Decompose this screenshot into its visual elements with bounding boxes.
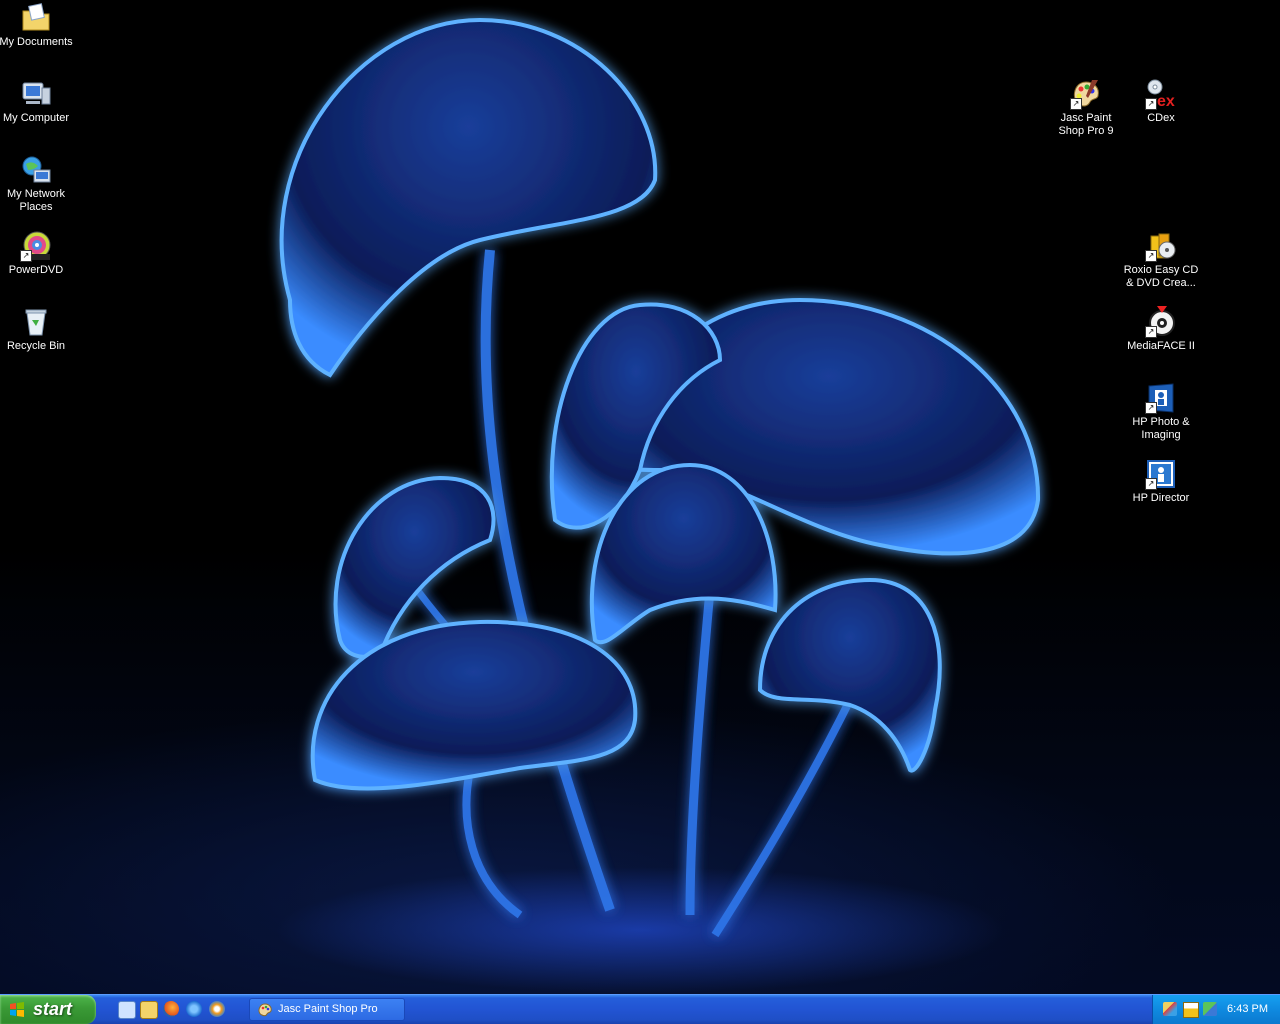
shortcut-arrow-icon: ↗ [20, 250, 32, 262]
shortcut-arrow-icon: ↗ [1145, 250, 1157, 262]
taskbar-button-jasc-paint-shop-pro[interactable]: Jasc Paint Shop Pro [249, 998, 405, 1021]
cd-ex-icon: ex ↗ [1145, 78, 1177, 110]
desktop-icon-label: CDex [1147, 112, 1175, 124]
desktop[interactable]: My Documents My Computer My Network Plac… [0, 0, 1280, 994]
hp-photo-icon: ↗ [1145, 382, 1177, 414]
network-icon [20, 154, 52, 186]
shortcut-arrow-icon: ↗ [1145, 98, 1157, 110]
desktop-icon-roxio[interactable]: ↗ Roxio Easy CD & DVD Crea... [1123, 230, 1199, 290]
desktop-icon-label: My Computer [2, 112, 70, 124]
dvd-disc-icon: ↗ [20, 230, 52, 262]
svg-text:ex: ex [1157, 93, 1175, 110]
desktop-icon-powerdvd[interactable]: ↗ PowerDVD [0, 230, 74, 277]
documents-folder-icon [20, 2, 52, 34]
mediaface-disc-icon: ↗ [1145, 306, 1177, 338]
shortcut-arrow-icon: ↗ [1145, 402, 1157, 414]
desktop-icon-label: Jasc Paint Shop Pro 9 [1058, 112, 1114, 137]
desktop-icon-hp-photo-imaging[interactable]: ↗ HP Photo & Imaging [1123, 382, 1199, 442]
printer-tray-icon[interactable] [1183, 1002, 1199, 1018]
security-tray-icon[interactable] [1203, 1002, 1217, 1016]
computer-icon [20, 78, 52, 110]
desktop-icon-label: Recycle Bin [6, 340, 66, 352]
desktop-icon-my-documents[interactable]: My Documents [0, 2, 74, 49]
desktop-icon-label: My Documents [0, 36, 73, 48]
paint-palette-icon: ↗ [1070, 78, 1102, 110]
desktop-icon-my-computer[interactable]: My Computer [0, 78, 74, 125]
desktop-icon-label: PowerDVD [8, 264, 64, 276]
media-player-icon[interactable] [209, 1001, 225, 1017]
clock[interactable]: 6:43 PM [1227, 995, 1268, 1024]
desktop-icon-label: HP Director [1132, 492, 1190, 504]
desktop-icon-cdex[interactable]: ex ↗ CDex [1123, 78, 1199, 125]
roxio-icon: ↗ [1145, 230, 1177, 262]
desktop-icon-my-network-places[interactable]: My Network Places [0, 154, 74, 214]
shortcut-arrow-icon: ↗ [1070, 98, 1082, 110]
desktop-icon-label: HP Photo & Imaging [1132, 416, 1190, 441]
desktop-icon-label: MediaFACE II [1127, 340, 1195, 352]
shortcut-arrow-icon: ↗ [1145, 478, 1157, 490]
desktop-icon-label: My Network Places [6, 188, 66, 213]
mushroom-wallpaper [279, 17, 1041, 938]
start-button[interactable]: start [0, 995, 96, 1024]
paint-palette-icon [258, 1003, 272, 1017]
ie-icon[interactable] [186, 1001, 202, 1017]
system-tray: 6:43 PM [1152, 995, 1280, 1024]
desktop-icon-recycle-bin[interactable]: Recycle Bin [0, 306, 74, 353]
taskbar: start Jasc Paint Shop Pro 6:43 PM [0, 994, 1280, 1024]
desktop-icon-jasc-paint-shop-pro[interactable]: ↗ Jasc Paint Shop Pro 9 [1048, 78, 1124, 138]
desktop-icon-mediaface[interactable]: ↗ MediaFACE II [1123, 306, 1199, 353]
hp-director-icon: ↗ [1145, 458, 1177, 490]
desktop-icon-label: Roxio Easy CD & DVD Crea... [1123, 264, 1199, 289]
start-label: start [33, 999, 73, 1019]
firefox-icon[interactable] [163, 1001, 179, 1017]
explorer-folder-icon[interactable] [140, 1001, 158, 1019]
windows-flag-icon [10, 1002, 24, 1017]
desktop-icon-hp-director[interactable]: ↗ HP Director [1123, 458, 1199, 505]
recycle-bin-icon [20, 306, 52, 338]
shortcut-arrow-icon: ↗ [1145, 326, 1157, 338]
taskbar-button-label: Jasc Paint Shop Pro [278, 1003, 378, 1015]
network-tray-icon[interactable] [1163, 1002, 1177, 1016]
show-desktop-icon[interactable] [118, 1001, 136, 1019]
